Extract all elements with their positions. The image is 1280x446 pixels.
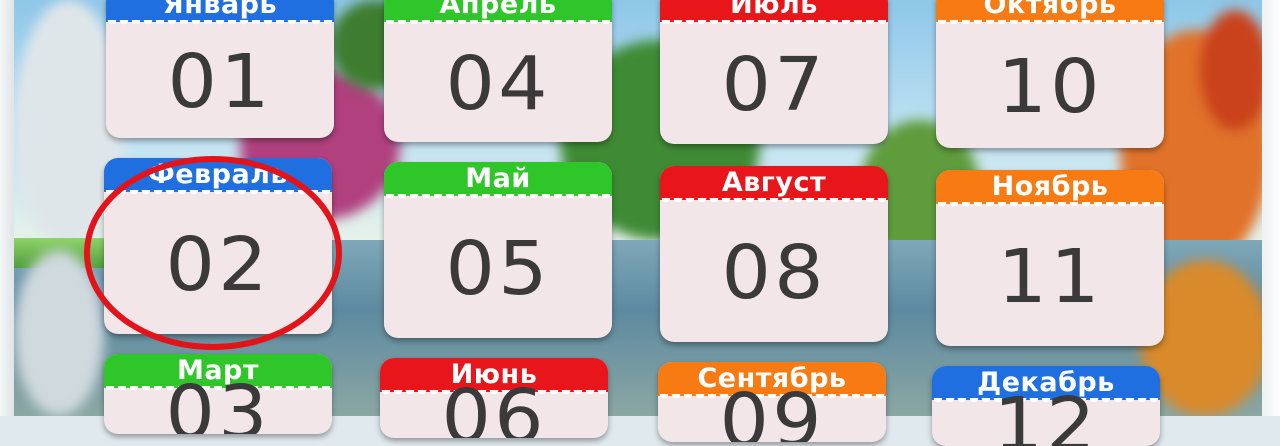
month-card-jul[interactable]: Июль 07 xyxy=(660,0,888,144)
month-number-text: 07 xyxy=(721,42,827,128)
month-number: 05 xyxy=(384,200,612,338)
month-number-text: 05 xyxy=(445,226,551,312)
month-card-may[interactable]: Май 05 xyxy=(384,162,612,338)
month-number-text: 02 xyxy=(165,222,271,308)
month-name: Октябрь xyxy=(936,0,1164,28)
month-number: 01 xyxy=(106,26,334,138)
month-number-text: 09 xyxy=(719,378,825,442)
month-number: 03 xyxy=(104,376,332,434)
month-number: 06 xyxy=(380,380,608,438)
autumn-tree xyxy=(1200,10,1270,130)
month-card-mar[interactable]: Март 03 xyxy=(104,354,332,434)
month-number-text: 03 xyxy=(165,370,271,434)
month-name: Февраль xyxy=(104,158,332,198)
month-number: 02 xyxy=(104,196,332,334)
month-name: Апрель xyxy=(384,0,612,28)
month-number: 11 xyxy=(936,208,1164,346)
month-card-nov[interactable]: Ноябрь 11 xyxy=(936,170,1164,346)
month-number: 08 xyxy=(660,204,888,342)
frame-right-edge xyxy=(1262,0,1280,416)
frame-left-edge xyxy=(0,0,14,416)
month-number-text: 04 xyxy=(445,41,551,127)
month-name: Январь xyxy=(106,0,334,28)
month-number: 09 xyxy=(658,384,886,442)
month-card-jun[interactable]: Июнь 06 xyxy=(380,358,608,438)
month-card-dec[interactable]: Декабрь 12 xyxy=(932,366,1160,446)
snow-bank xyxy=(14,250,104,416)
month-card-sep[interactable]: Сентябрь 09 xyxy=(658,362,886,442)
month-number: 12 xyxy=(932,388,1160,446)
month-number-text: 01 xyxy=(167,39,273,125)
month-number-text: 12 xyxy=(993,382,1099,446)
month-card-apr[interactable]: Апрель 04 xyxy=(384,0,612,142)
month-card-jan[interactable]: Январь 01 xyxy=(106,0,334,138)
month-name: Май xyxy=(384,162,612,202)
month-name: Июль xyxy=(660,0,888,28)
month-number: 04 xyxy=(384,26,612,142)
month-card-feb[interactable]: Февраль 02 xyxy=(104,158,332,334)
month-number-text: 08 xyxy=(721,230,827,316)
month-number: 07 xyxy=(660,26,888,144)
month-number: 10 xyxy=(936,26,1164,148)
month-card-aug[interactable]: Август 08 xyxy=(660,166,888,342)
month-card-oct[interactable]: Октябрь 10 xyxy=(936,0,1164,148)
month-name: Ноябрь xyxy=(936,170,1164,210)
month-number-text: 11 xyxy=(997,234,1103,320)
month-name: Август xyxy=(660,166,888,206)
month-number-text: 10 xyxy=(997,44,1103,130)
month-number-text: 06 xyxy=(441,374,547,438)
